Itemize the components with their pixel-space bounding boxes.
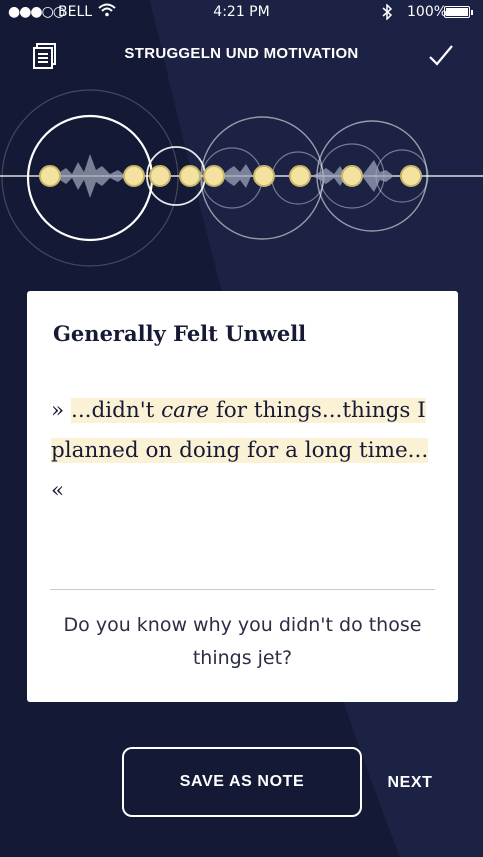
timeline-visualization [0, 89, 483, 267]
quote-open-mark: » [51, 398, 71, 423]
status-bar: ●●●○○ BELL 4:21 PM 100% [0, 0, 483, 26]
marker-dot[interactable] [39, 165, 61, 187]
battery-icon [444, 6, 473, 18]
entry-card: Generally Felt Unwell » ...didn't care f… [27, 291, 458, 702]
save-as-note-button[interactable]: SAVE AS NOTE [122, 747, 362, 817]
header-bar: STRUGGELN UND MOTIVATION [0, 36, 483, 74]
next-button[interactable]: NEXT [378, 771, 442, 795]
quote-text: » ...didn't care for things...things I p… [51, 391, 437, 511]
battery-percentage: 100% [407, 4, 448, 20]
marker-dot[interactable] [289, 165, 311, 187]
marker-dot[interactable] [179, 165, 201, 187]
marker-dot[interactable] [253, 165, 275, 187]
checkmark-icon[interactable] [426, 40, 456, 70]
marker-dot[interactable] [149, 165, 171, 187]
quote-emphasis: care [161, 398, 210, 423]
marker-dot[interactable] [400, 165, 422, 187]
marker-dot[interactable] [123, 165, 145, 187]
divider [50, 589, 435, 590]
quote-highlight: ...didn't [71, 398, 162, 423]
quote-close-mark: « [51, 478, 65, 503]
page-title: STRUGGELN UND MOTIVATION [124, 45, 359, 62]
prompt-question: Do you know why you didn't do those thin… [63, 614, 422, 669]
card-title: Generally Felt Unwell [53, 321, 307, 346]
bluetooth-icon [381, 3, 393, 24]
marker-dot[interactable] [203, 165, 225, 187]
quote-highlight: for things... [209, 398, 343, 423]
marker-dot[interactable] [341, 165, 363, 187]
battery-fill [446, 8, 468, 16]
